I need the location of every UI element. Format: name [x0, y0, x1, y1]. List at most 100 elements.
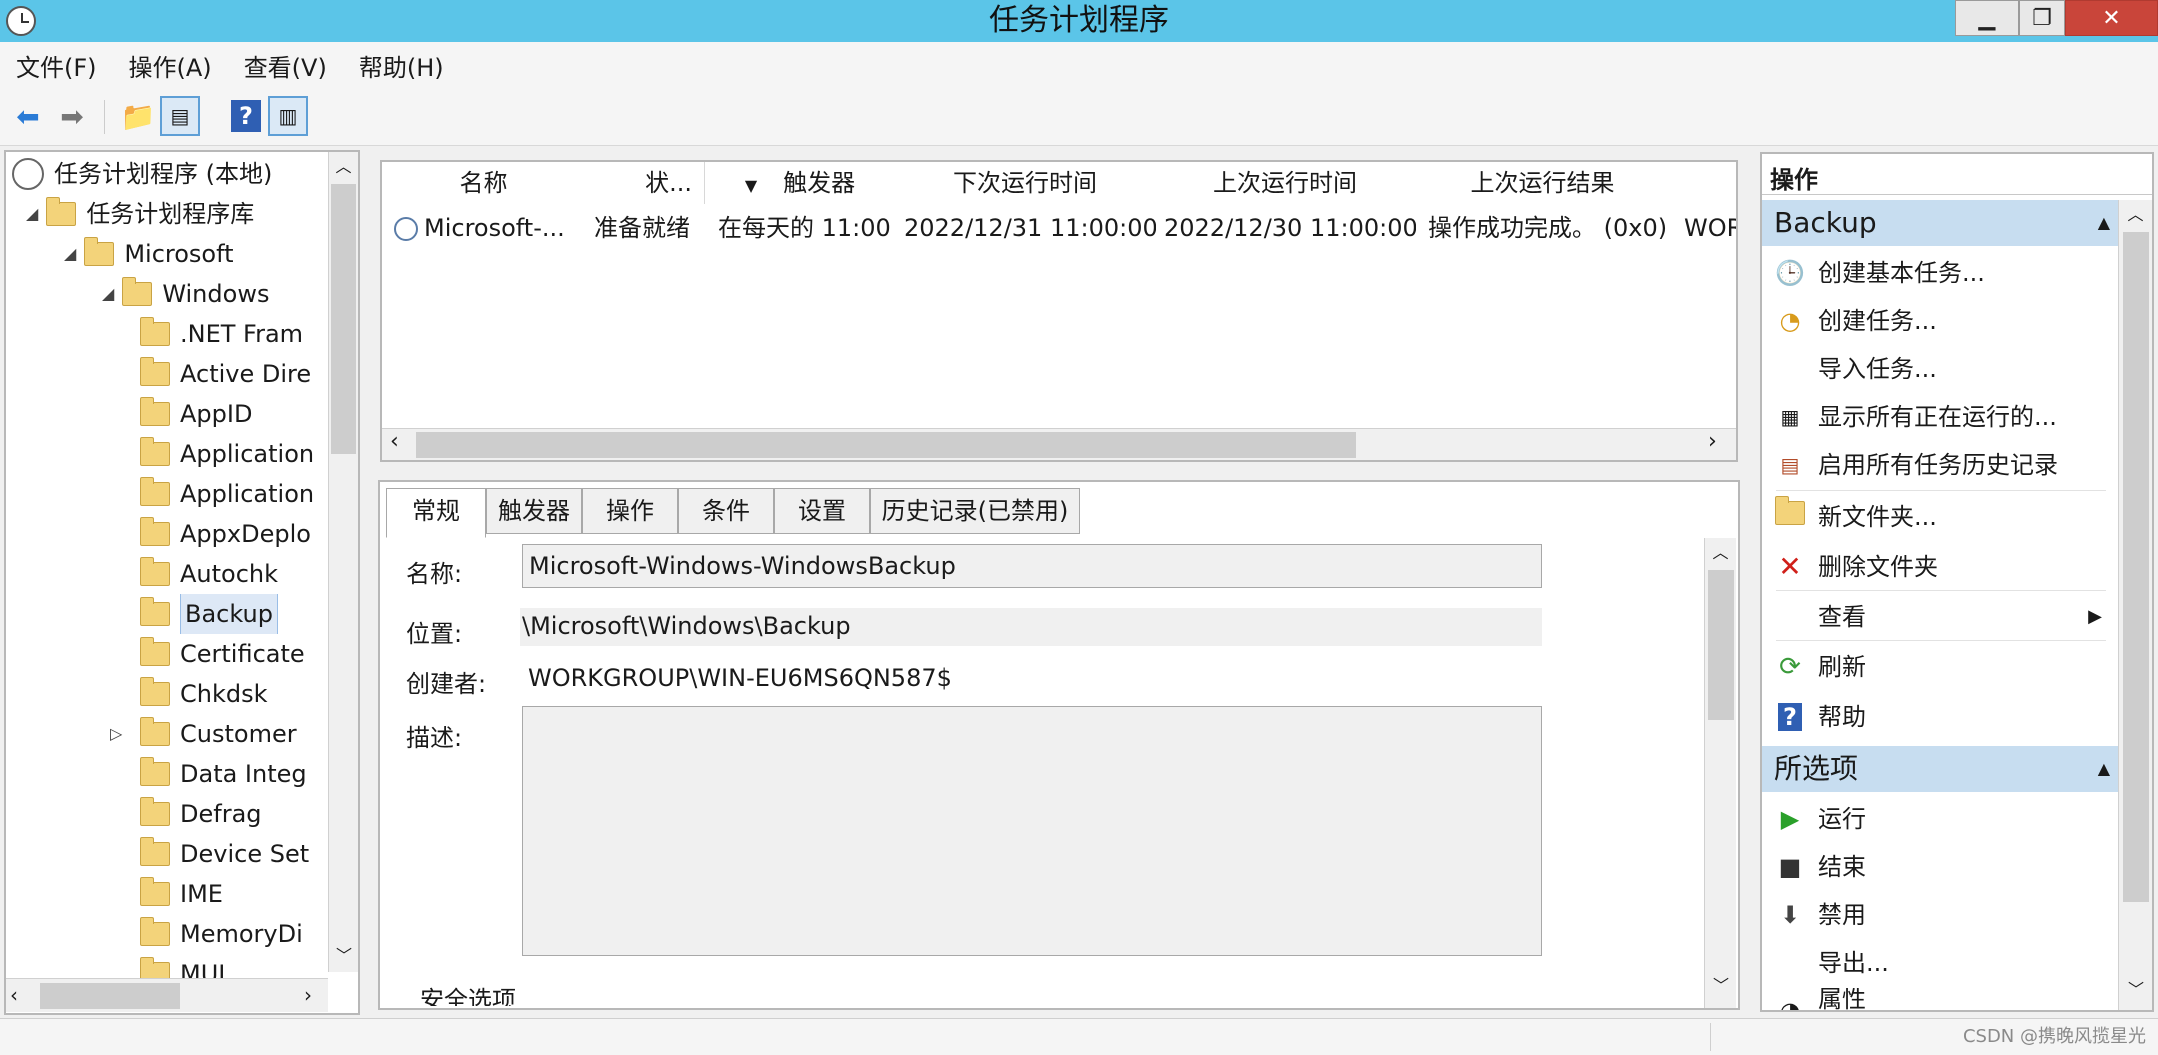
- menu-file[interactable]: 文件(F): [0, 48, 113, 83]
- tree-library[interactable]: ◢ 任务计划程序库: [26, 194, 254, 234]
- col-next-run[interactable]: 下次运行时间: [895, 162, 1156, 204]
- tree-folder-item[interactable]: AppxDeplo: [140, 514, 311, 554]
- tree-vertical-scrollbar[interactable]: ︿ ﹀: [328, 152, 358, 972]
- expand-arrow-icon[interactable]: ▷: [110, 714, 122, 754]
- col-last-run[interactable]: 上次运行时间: [1155, 162, 1416, 204]
- list-horizontal-scrollbar[interactable]: ‹ ›: [382, 428, 1736, 460]
- show-tree-icon[interactable]: ▤: [160, 96, 200, 136]
- action-label: 帮助: [1818, 703, 1866, 731]
- section-header-backup[interactable]: Backup ▲: [1762, 200, 2122, 246]
- menu-action[interactable]: 操作(A): [113, 48, 228, 83]
- tree-folder-item[interactable]: ▷ Customer: [110, 714, 297, 754]
- tree-horizontal-scrollbar[interactable]: ‹ ›: [6, 978, 328, 1012]
- tab-history[interactable]: 历史记录(已禁用): [870, 488, 1080, 534]
- tree-folder-item[interactable]: Data Integ: [140, 754, 307, 794]
- tab-actions[interactable]: 操作: [582, 488, 678, 534]
- action-create-basic-task[interactable]: 🕒 创建基本任务...: [1762, 250, 2108, 296]
- col-name[interactable]: 名称: [382, 162, 586, 204]
- window-title: 任务计划程序: [989, 3, 1169, 38]
- show-action-pane-icon[interactable]: ▥: [268, 96, 308, 136]
- col-trigger[interactable]: ▼ 触发器: [705, 162, 896, 204]
- scroll-down-icon[interactable]: ﹀: [2119, 976, 2152, 1000]
- tree-folder-item[interactable]: MemoryDi: [140, 914, 303, 954]
- action-help[interactable]: ? 帮助: [1762, 694, 2108, 740]
- scroll-thumb[interactable]: [1708, 570, 1734, 720]
- col-last-result[interactable]: 上次运行结果: [1415, 162, 1671, 204]
- tree-folder-item[interactable]: Chkdsk: [140, 674, 268, 714]
- scroll-thumb[interactable]: [2123, 232, 2149, 902]
- action-end[interactable]: ■ 结束: [1762, 844, 2108, 890]
- action-view[interactable]: 查看 ▶: [1762, 594, 2108, 640]
- restore-button[interactable]: ❐: [2019, 0, 2065, 36]
- scroll-thumb[interactable]: [416, 432, 1356, 458]
- action-delete-folder[interactable]: ✕ 删除文件夹: [1762, 544, 2108, 590]
- details-vertical-scrollbar[interactable]: ︿ ﹀: [1704, 538, 1736, 1008]
- close-button[interactable]: ✕: [2065, 0, 2158, 36]
- help-icon[interactable]: ?: [231, 100, 261, 132]
- scroll-thumb[interactable]: [40, 983, 180, 1009]
- action-disable[interactable]: ⬇ 禁用: [1762, 892, 2108, 938]
- tab-general[interactable]: 常规: [386, 488, 486, 538]
- tree-folder-item[interactable]: Application: [140, 474, 314, 514]
- tree-folder-item[interactable]: Autochk: [140, 554, 278, 594]
- minimize-button[interactable]: ▁: [1955, 0, 2019, 36]
- tree-folder-item[interactable]: Active Dire: [140, 354, 311, 394]
- folder-icon: [140, 837, 170, 866]
- col-status[interactable]: 状...: [585, 162, 705, 204]
- tree-folder-item[interactable]: AppID: [140, 394, 252, 434]
- collapse-up-icon[interactable]: ▲: [2098, 200, 2110, 246]
- tab-settings[interactable]: 设置: [774, 488, 870, 534]
- action-properties[interactable]: ◔ 属性: [1762, 988, 2108, 1010]
- folder-icon: [140, 877, 170, 906]
- tree-root[interactable]: 任务计划程序 (本地): [12, 154, 272, 194]
- action-create-task[interactable]: ◔ 创建任务...: [1762, 298, 2108, 344]
- action-run[interactable]: ▶ 运行: [1762, 796, 2108, 842]
- tree-microsoft[interactable]: ◢ Microsoft: [64, 234, 234, 274]
- collapse-arrow-icon[interactable]: ◢: [64, 234, 76, 274]
- description-field[interactable]: [522, 706, 1542, 956]
- tree-folder-item[interactable]: IME: [140, 874, 223, 914]
- action-enable-history[interactable]: ▤ 启用所有任务历史记录: [1762, 442, 2108, 488]
- scroll-left-icon[interactable]: ‹: [10, 983, 18, 1007]
- scroll-right-icon[interactable]: ›: [1708, 429, 1717, 454]
- scroll-left-icon[interactable]: ‹: [390, 429, 399, 454]
- folder-up-icon[interactable]: 📁: [118, 96, 158, 136]
- section-header-selected[interactable]: 所选项 ▲: [1762, 746, 2122, 792]
- folder-icon: [140, 357, 170, 386]
- tree-folder-item[interactable]: Device Set: [140, 834, 309, 874]
- action-new-folder[interactable]: 新文件夹...: [1762, 494, 2108, 540]
- tree-folder-item[interactable]: Certificate: [140, 634, 305, 674]
- menu-bar: 文件(F) 操作(A) 查看(V) 帮助(H): [0, 42, 2158, 88]
- tab-triggers[interactable]: 触发器: [486, 488, 582, 534]
- scroll-right-icon[interactable]: ›: [304, 983, 312, 1007]
- action-refresh[interactable]: ⟳ 刷新: [1762, 644, 2108, 690]
- scroll-up-icon[interactable]: ︿: [2119, 200, 2152, 230]
- basic-task-wizard-icon: 🕒: [1775, 259, 1805, 287]
- collapse-arrow-icon[interactable]: ◢: [102, 274, 114, 314]
- scroll-up-icon[interactable]: ︿: [1705, 538, 1736, 568]
- forward-arrow-icon[interactable]: ➡: [52, 96, 92, 136]
- action-export[interactable]: 导出...: [1762, 940, 2108, 986]
- menu-view[interactable]: 查看(V): [228, 48, 343, 83]
- name-field[interactable]: Microsoft-Windows-WindowsBackup: [522, 544, 1542, 588]
- tree-folder-item[interactable]: Defrag: [140, 794, 262, 834]
- tree-library-label: 任务计划程序库: [86, 200, 255, 228]
- scroll-down-icon[interactable]: ﹀: [1705, 972, 1737, 996]
- scroll-down-icon[interactable]: ﹀: [329, 942, 359, 966]
- menu-help[interactable]: 帮助(H): [343, 48, 460, 83]
- folder-icon: [140, 597, 170, 626]
- tree-folder-item[interactable]: .NET Fram: [140, 314, 303, 354]
- tree-folder-item[interactable]: Backup: [140, 594, 278, 634]
- scroll-thumb[interactable]: [331, 184, 356, 454]
- collapse-up-icon[interactable]: ▲: [2098, 746, 2110, 792]
- tab-conditions[interactable]: 条件: [678, 488, 774, 534]
- back-arrow-icon[interactable]: ⬅: [8, 96, 48, 136]
- action-show-running[interactable]: ▦ 显示所有正在运行的...: [1762, 394, 2108, 440]
- action-import-task[interactable]: 导入任务...: [1762, 346, 2108, 392]
- tree-folder-item[interactable]: Application: [140, 434, 314, 474]
- collapse-arrow-icon[interactable]: ◢: [26, 194, 38, 234]
- tree-windows[interactable]: ◢ Windows: [102, 274, 269, 314]
- scroll-up-icon[interactable]: ︿: [329, 152, 358, 182]
- col-author[interactable]: [1670, 162, 1736, 204]
- actions-vertical-scrollbar[interactable]: ︿ ﹀: [2118, 200, 2152, 1010]
